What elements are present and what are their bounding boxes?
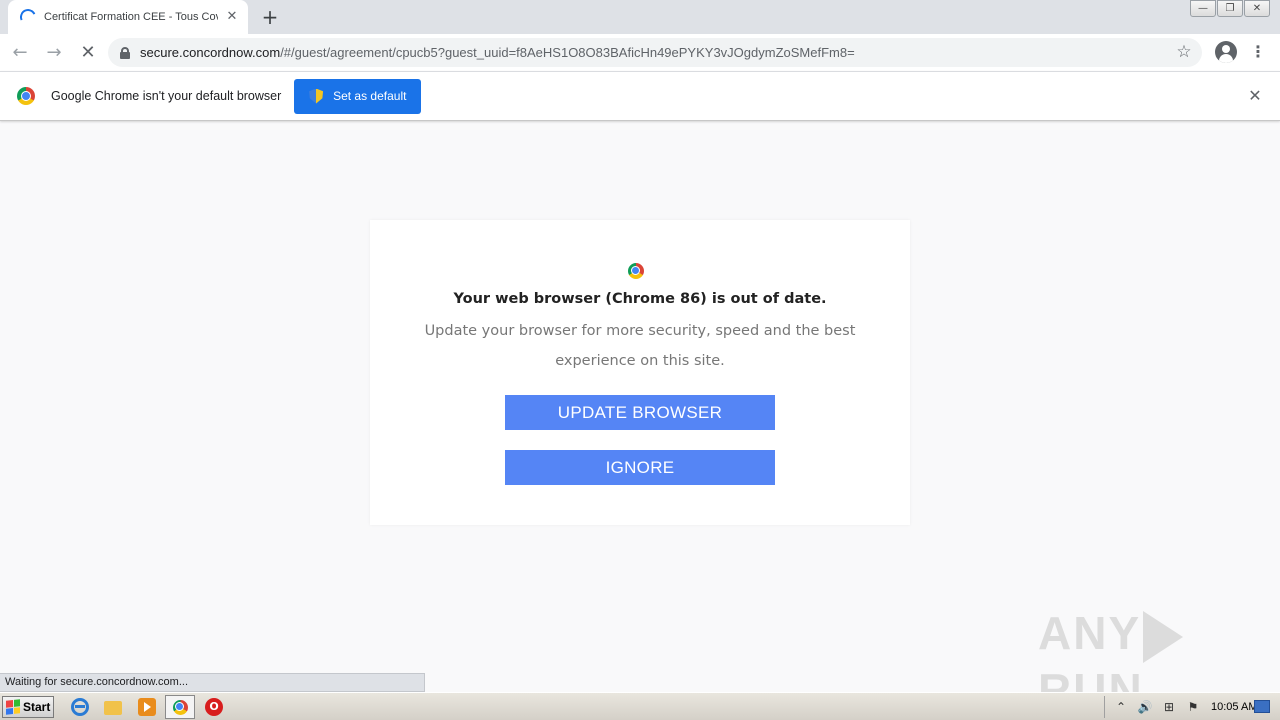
url-path: /#/guest/agreement/cpucb5?guest_uuid=f8A… xyxy=(280,45,855,60)
tab-close-button[interactable]: ✕ xyxy=(224,9,240,25)
url-host: secure.concordnow.com xyxy=(140,45,281,60)
loading-spinner-icon xyxy=(17,6,39,28)
network-icon[interactable]: ⊞ xyxy=(1161,700,1177,714)
window-controls: — ❐ ✕ xyxy=(1189,0,1270,17)
back-button[interactable]: ← xyxy=(6,39,34,67)
maximize-button[interactable]: ❐ xyxy=(1217,0,1243,17)
chrome-menu-icon[interactable]: ⋮ xyxy=(1250,42,1266,62)
windows-taskbar: Start O ⌃ 🔊 ⊞ ⚑ 10:05 AM xyxy=(0,692,1280,720)
stop-loading-button[interactable]: ✕ xyxy=(74,39,102,67)
watermark-left: ANY xyxy=(1038,607,1142,659)
show-desktop-icon[interactable] xyxy=(1254,700,1270,713)
system-tray: ⌃ 🔊 ⊞ ⚑ 10:05 AM xyxy=(1104,696,1280,718)
window-close-button[interactable]: ✕ xyxy=(1244,0,1270,17)
taskbar-clock[interactable]: 10:05 AM xyxy=(1211,701,1257,713)
browser-tab[interactable]: Certificat Formation CEE - Tous Cov ✕ xyxy=(8,0,248,34)
set-as-default-label: Set as default xyxy=(333,89,407,103)
default-browser-infobar: Google Chrome isn't your default browser… xyxy=(0,71,1280,121)
update-browser-button[interactable]: UPDATE BROWSER xyxy=(505,395,775,430)
play-icon xyxy=(1143,610,1184,663)
opera-icon[interactable]: O xyxy=(205,698,223,716)
dialog-headline: Your web browser (Chrome 86) is out of d… xyxy=(453,291,827,307)
chrome-logo-icon xyxy=(172,699,188,715)
volume-icon[interactable]: 🔊 xyxy=(1137,700,1153,714)
media-player-icon[interactable] xyxy=(138,698,156,716)
tab-strip: Certificat Formation CEE - Tous Cov ✕ + … xyxy=(0,0,1280,34)
start-label: Start xyxy=(23,700,51,714)
internet-explorer-icon[interactable] xyxy=(71,698,89,716)
windows-logo-icon xyxy=(6,699,20,715)
browser-toolbar: ← → ✕ secure.concordnow.com/#/guest/agre… xyxy=(0,34,1280,71)
infobar-close-button[interactable]: ✕ xyxy=(1246,87,1264,105)
url-text[interactable]: secure.concordnow.com/#/guest/agreement/… xyxy=(140,45,855,60)
new-tab-button[interactable]: + xyxy=(258,5,282,29)
file-explorer-icon[interactable] xyxy=(104,701,122,715)
chrome-logo-icon xyxy=(17,87,35,105)
address-bar[interactable]: secure.concordnow.com/#/guest/agreement/… xyxy=(108,38,1202,67)
minimize-button[interactable]: — xyxy=(1190,0,1216,17)
forward-button[interactable]: → xyxy=(40,39,68,67)
bookmark-star-icon[interactable]: ☆ xyxy=(1174,42,1194,62)
ignore-button[interactable]: IGNORE xyxy=(505,450,775,485)
chrome-taskbar-button[interactable] xyxy=(165,695,195,719)
status-bubble: Waiting for secure.concordnow.com... xyxy=(0,673,425,692)
outdated-browser-dialog: Your web browser (Chrome 86) is out of d… xyxy=(370,220,910,525)
lock-icon[interactable] xyxy=(120,46,130,59)
profile-avatar-icon[interactable] xyxy=(1215,41,1237,63)
start-button[interactable]: Start xyxy=(2,696,54,718)
infobar-message: Google Chrome isn't your default browser xyxy=(51,89,282,103)
chrome-logo-icon xyxy=(628,263,644,279)
set-as-default-button[interactable]: Set as default xyxy=(294,78,422,114)
uac-shield-icon xyxy=(309,88,324,104)
action-center-flag-icon[interactable]: ⚑ xyxy=(1185,700,1201,714)
show-hidden-icons-icon[interactable]: ⌃ xyxy=(1113,700,1129,714)
dialog-subtext: Update your browser for more security, s… xyxy=(424,323,856,369)
tab-title: Certificat Formation CEE - Tous Cov xyxy=(44,11,218,23)
